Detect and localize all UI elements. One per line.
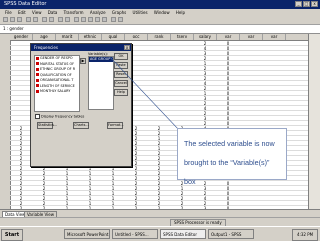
open-icon[interactable] [3,17,8,22]
column-header[interactable]: occ [125,34,148,40]
variable-icon [36,73,39,76]
menu-graphs[interactable]: Graphs [112,10,126,15]
list-item[interactable]: MONTHLY SALARY [35,89,79,95]
move-variable-button[interactable]: ▶ [80,58,86,64]
display-frequency-checkbox[interactable] [35,114,40,119]
spss-screen: SPSS Data Editor _ □ x File Edit View Da… [0,0,320,241]
column-header[interactable]: ethnic [79,34,102,40]
insert-variable-icon[interactable] [81,17,86,22]
task-output1[interactable]: Output1 - SPSS [208,229,254,239]
frequencies-dialog: Frequencies x GENDER OF RESPO MARITAL ST… [30,43,132,167]
cell-editor-bar[interactable]: 1 : gender [0,25,320,34]
insert-case-icon[interactable] [74,17,79,22]
print-icon[interactable] [17,17,22,22]
menu-transform[interactable]: Transform [64,10,84,15]
window-title: SPSS Data Editor [4,1,47,7]
selected-variable-item[interactable]: AGE GROUP OF RESPON [89,57,113,62]
menubar: File Edit View Data Transform Analyze Gr… [0,9,320,16]
undo-icon[interactable] [33,17,38,22]
menu-help[interactable]: Help [176,10,185,15]
maximize-button[interactable]: □ [303,1,310,7]
goto-case-icon[interactable] [49,17,54,22]
weight-cases-icon[interactable] [95,17,100,22]
menu-view[interactable]: View [32,10,42,15]
variable-icon [36,78,39,82]
menu-edit[interactable]: Edit [18,10,26,15]
cell-reference: 1 : gender [3,26,24,31]
variable-icon [36,62,39,65]
column-header[interactable]: var [240,34,263,40]
column-header[interactable]: var [263,34,286,40]
format-button[interactable]: Format... [107,122,124,129]
menu-window[interactable]: Window [154,10,170,15]
taskbar: Start Microsoft PowerPoint... Untitled -… [0,226,320,241]
window-titlebar: SPSS Data Editor _ □ x [0,0,320,9]
ok-button[interactable]: OK [114,53,128,60]
variable-icon [36,84,39,87]
find-icon[interactable] [65,17,70,22]
task-powerpoint[interactable]: Microsoft PowerPoint... [64,229,110,239]
select-cases-icon[interactable] [102,17,107,22]
column-header[interactable]: qual [102,34,125,40]
column-header-row: gender age marit ethnic qual occ rank tserv sala… [0,34,308,41]
charts-button[interactable]: Charts... [73,122,89,129]
toolbar [0,16,320,25]
clock: 4:32 PM [292,229,318,241]
selected-variables-list[interactable]: AGE GROUP OF RESPON [88,56,114,110]
menu-file[interactable]: File [5,10,12,15]
start-button[interactable]: Start [1,229,23,241]
help-button[interactable]: Help [114,89,128,96]
display-frequency-option[interactable]: Display frequency tables [35,114,84,119]
variable-icon [36,89,39,93]
callout-text: The selected variable is now brought to … [184,139,275,186]
use-sets-icon[interactable] [118,17,123,22]
value-labels-icon[interactable] [111,17,116,22]
menu-utilities[interactable]: Utilities [133,10,148,15]
status-bar: SPSS Processor is ready [0,217,320,227]
column-header[interactable]: marit [56,34,79,40]
goto-chart-icon[interactable] [42,17,47,22]
variables-icon[interactable] [58,17,63,22]
dialog-titlebar: Frequencies x [31,44,131,51]
vertical-scrollbar[interactable] [308,34,320,209]
minimize-button[interactable]: _ [295,1,302,7]
column-header[interactable]: gender [10,34,33,40]
dialog-close-button[interactable]: x [124,45,130,50]
checkbox-label: Display frequency tables [41,114,85,119]
split-file-icon[interactable] [88,17,93,22]
column-header[interactable]: rank [148,34,171,40]
column-header[interactable]: tserv [171,34,194,40]
column-header[interactable]: salary [194,34,217,40]
dialog-recall-icon[interactable] [26,17,31,22]
task-spss-data-editor[interactable]: SPSS Data Editor [160,229,206,239]
task-spss-output[interactable]: Untitled - SPSS... [112,229,158,239]
cancel-button[interactable]: Cancel [114,80,128,87]
source-variable-list[interactable]: GENDER OF RESPO MARITAL STATUS OF ETHNIC… [34,55,80,112]
column-header[interactable]: age [33,34,56,40]
column-header[interactable]: var [217,34,240,40]
dialog-title: Frequencies [34,45,58,50]
variable-icon [36,67,39,71]
paste-button[interactable]: Paste [114,62,128,69]
reset-button[interactable]: Reset [114,71,128,78]
menu-data[interactable]: Data [48,10,58,15]
statistics-button[interactable]: Statistics... [37,122,57,129]
close-window-button[interactable]: x [311,1,318,7]
variable-icon [36,56,39,60]
menu-analyze[interactable]: Analyze [90,10,106,15]
annotation-callout: The selected variable is now brought to … [177,128,287,186]
save-icon[interactable] [10,17,15,22]
